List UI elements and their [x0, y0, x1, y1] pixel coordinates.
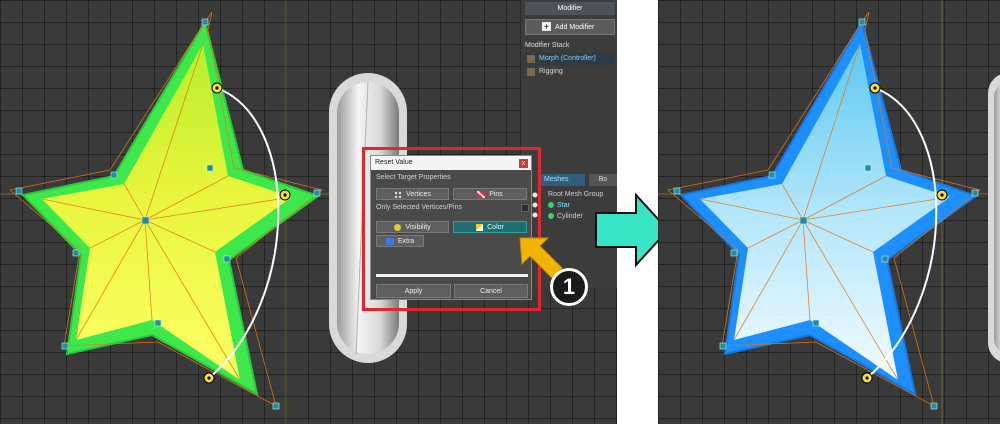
vertex	[864, 164, 872, 172]
vertex	[110, 171, 118, 179]
vertex	[858, 18, 866, 26]
list-item-label: Cylinder	[557, 213, 583, 220]
add-modifier-button[interactable]: + Add Modifier	[525, 19, 615, 35]
close-icon[interactable]: x	[519, 159, 528, 168]
vertex	[154, 319, 162, 327]
mesh-icon	[548, 202, 554, 209]
only-selected-label: Only Selected Vertices/Pins	[376, 204, 462, 211]
pins-icon	[477, 190, 486, 198]
vertex	[719, 342, 727, 350]
stack-item-label: Rigging	[539, 68, 563, 75]
extra-label: Extra	[397, 238, 415, 245]
vertex	[15, 187, 23, 195]
vertex	[72, 249, 80, 257]
pins-label: Pins	[489, 191, 503, 198]
vertices-icon	[394, 190, 403, 198]
rigging-icon	[527, 68, 535, 76]
vertex	[730, 249, 738, 257]
vertex	[223, 255, 231, 263]
vertex	[206, 164, 214, 172]
pins-button[interactable]: Pins	[453, 188, 527, 200]
tab-modifier[interactable]: Modifier	[525, 2, 615, 15]
mesh-icon	[548, 213, 554, 220]
add-modifier-label: Add Modifier	[555, 24, 595, 31]
list-item-cylinder[interactable]: Cylinder	[548, 213, 583, 220]
extra-button[interactable]: Extra	[376, 235, 424, 247]
plus-icon: +	[542, 22, 551, 31]
cancel-button[interactable]: Cancel	[454, 284, 528, 298]
stack-item-label: Morph (Controller)	[539, 55, 596, 62]
tab-meshes[interactable]: Meshes	[540, 174, 585, 186]
step-badge: 1	[550, 268, 588, 306]
vertices-label: Vertices	[406, 191, 431, 198]
vertex	[201, 18, 209, 26]
vertex	[930, 402, 938, 410]
vertex	[61, 342, 69, 350]
visibility-label: Visibility	[405, 224, 431, 231]
reset-value-dialog: Reset Value x Select Target Properties V…	[370, 155, 532, 300]
list-item-label: Star	[557, 202, 570, 209]
modifier-stack-title: Modifier Stack	[525, 42, 570, 49]
stack-item-rigging[interactable]: Rigging	[525, 66, 615, 78]
vertices-button[interactable]: Vertices	[376, 188, 449, 200]
vertex	[313, 189, 321, 197]
brush-icon	[476, 223, 484, 231]
vertex	[272, 402, 280, 410]
tab-bones[interactable]: Bo	[589, 174, 617, 186]
apply-button[interactable]: Apply	[376, 284, 451, 298]
color-label: Color	[487, 224, 504, 231]
vertex	[673, 187, 681, 195]
vertex	[768, 171, 776, 179]
root-mesh-group-label: Root Mesh Group	[548, 191, 604, 198]
extra-icon	[385, 237, 394, 245]
eye-icon	[394, 223, 402, 231]
color-button[interactable]: Color	[453, 221, 527, 233]
vertex	[812, 319, 820, 327]
dialog-title-text: Reset Value	[375, 159, 413, 166]
viewport-canvas-after	[658, 0, 1000, 424]
vertex	[971, 189, 979, 197]
vertex-center	[799, 216, 808, 225]
dialog-title: Reset Value	[371, 156, 531, 170]
dialog-separator-bar	[376, 274, 528, 277]
visibility-button[interactable]: Visibility	[376, 221, 449, 233]
vertex	[881, 255, 889, 263]
list-item-star[interactable]: Star	[548, 202, 570, 209]
modifier-sidebar: Modifier + Add Modifier Modifier Stack Mo…	[520, 0, 617, 168]
editor-viewport-after	[658, 0, 1000, 424]
select-target-label: Select Target Properties	[376, 174, 451, 181]
vertex-center	[141, 216, 150, 225]
only-selected-checkbox[interactable]	[521, 204, 529, 212]
editor-viewport-before: Modifier + Add Modifier Modifier Stack Mo…	[0, 0, 617, 424]
morph-icon	[527, 55, 535, 63]
stack-item-morph[interactable]: Morph (Controller)	[525, 53, 615, 65]
